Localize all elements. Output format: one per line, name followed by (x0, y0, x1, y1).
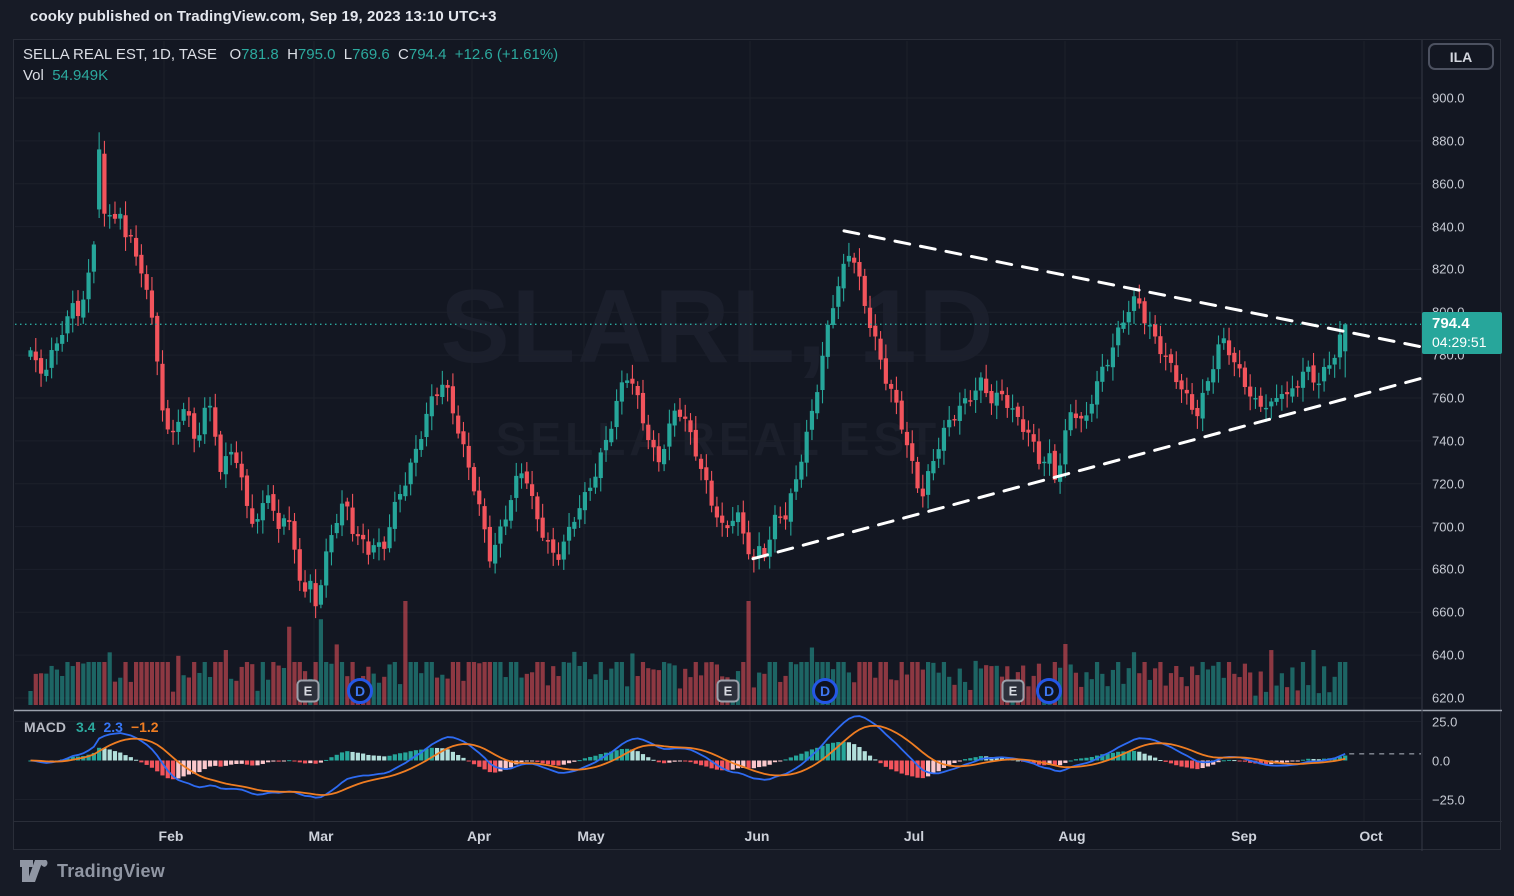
last-price-label: 794.4 04:29:51 (1422, 312, 1502, 354)
price-tick-label: 840.0 (1432, 219, 1465, 235)
macd-hist-value: 3.4 (76, 719, 96, 735)
last-price-value: 794.4 (1432, 315, 1470, 332)
earnings-marker[interactable]: E (1001, 679, 1025, 703)
macd-tick-label: −25.0 (1432, 792, 1465, 807)
dividends-marker[interactable]: D (1036, 678, 1062, 704)
change-value: +12.6 (+1.61%) (454, 46, 559, 63)
tradingview-brand-text: TradingView (57, 860, 165, 881)
volume-label: Vol (23, 67, 44, 84)
low-value: 769.6 (352, 46, 390, 63)
price-tick-label: 820.0 (1432, 261, 1465, 277)
publisher-bar: cooky published on TradingView.com, Sep … (30, 8, 497, 25)
pane-separators (14, 40, 1502, 851)
tradingview-logo[interactable]: TradingView (20, 860, 165, 882)
price-tick-label: 620.0 (1432, 690, 1465, 706)
macd-lines (30, 715, 1421, 799)
month-label-apr: Apr (466, 828, 492, 844)
volume-series (28, 601, 1348, 705)
month-label-jun: Jun (744, 828, 770, 844)
price-tick-label: 900.0 (1432, 90, 1465, 106)
month-label-feb: Feb (158, 828, 184, 844)
dividends-marker[interactable]: D (347, 678, 373, 704)
month-label-oct: Oct (1359, 828, 1383, 844)
price-tick-label: 760.0 (1432, 390, 1465, 406)
dividends-marker[interactable]: D (812, 678, 838, 704)
price-tick-label: 720.0 (1432, 476, 1465, 492)
macd-line-value: 2.3 (103, 719, 123, 735)
triangle-trendlines (751, 229, 1422, 561)
open-value: 781.8 (241, 46, 279, 63)
tradingview-glyph-icon (20, 860, 48, 882)
macd-legend[interactable]: MACD 3.4 2.3 −1.2 (24, 719, 159, 735)
earnings-marker[interactable]: E (296, 679, 320, 703)
month-label-mar: Mar (308, 828, 334, 844)
price-tick-label: 640.0 (1432, 647, 1465, 663)
price-tick-label: 880.0 (1432, 133, 1465, 149)
price-tick-label: 660.0 (1432, 604, 1465, 620)
symbol-legend[interactable]: SELLA REAL EST, 1D, TASE O781.8 H795.0 L… (23, 46, 558, 63)
currency-unit-button[interactable]: ILA (1428, 43, 1494, 70)
earnings-marker[interactable]: E (716, 679, 740, 703)
volume-value: 54.949K (52, 67, 109, 84)
candlestick-series (28, 132, 1348, 619)
macd-tick-label: 0.0 (1432, 753, 1451, 768)
macd-title: MACD (24, 719, 66, 735)
macd-tick-label: 25.0 (1432, 714, 1458, 729)
page: cooky published on TradingView.com, Sep … (0, 0, 1514, 896)
open-label: O (229, 46, 242, 63)
chart-canvas[interactable] (14, 40, 1502, 851)
countdown-timer: 04:29:51 (1432, 334, 1487, 350)
price-tick-label: 680.0 (1432, 561, 1465, 577)
price-tick-label: 860.0 (1432, 176, 1465, 192)
month-label-sep: Sep (1231, 828, 1257, 844)
close-label: C (398, 46, 409, 63)
symbol-title: SELLA REAL EST, 1D, TASE (23, 46, 217, 63)
high-value: 795.0 (297, 46, 336, 63)
close-value: 794.4 (408, 46, 447, 63)
price-tick-label: 740.0 (1432, 433, 1465, 449)
volume-legend[interactable]: Vol 54.949K (23, 67, 108, 84)
month-label-aug: Aug (1058, 828, 1086, 844)
chart-widget: SLARL, 1D SELLA REAL EST SELLA REAL EST,… (13, 39, 1502, 851)
month-label-may: May (577, 828, 605, 844)
month-label-jul: Jul (903, 828, 925, 844)
price-tick-label: 700.0 (1432, 519, 1465, 535)
macd-signal-value: −1.2 (130, 719, 159, 735)
high-label: H (287, 46, 298, 63)
low-label: L (343, 46, 353, 63)
